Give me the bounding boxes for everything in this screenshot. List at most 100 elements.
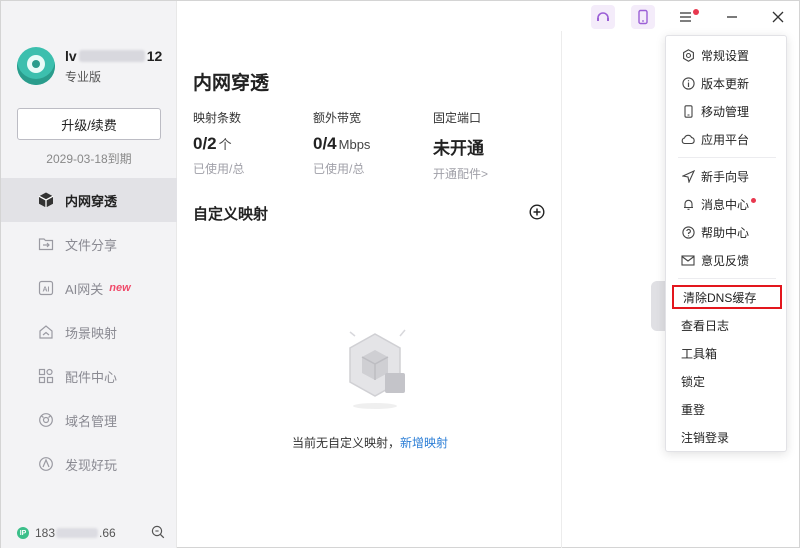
sidebar-item-label: 配件中心	[65, 369, 118, 385]
stat-label: 固定端口	[433, 111, 482, 125]
menu-item-mobile-management[interactable]: 移动管理	[666, 97, 788, 125]
mobile-icon[interactable]	[631, 5, 655, 29]
house-icon	[37, 323, 55, 341]
stat-unit: Mbps	[338, 137, 371, 152]
menu-item-toolbox[interactable]: 工具箱	[666, 339, 788, 367]
ai-icon: AI	[37, 279, 55, 297]
sidebar-item-domain-management[interactable]: 域名管理	[1, 398, 177, 442]
sidebar-item-file-share[interactable]: 文件分享	[1, 222, 177, 266]
empty-state-text: 当前无自定义映射，	[291, 436, 400, 450]
stat-unit: 个	[218, 137, 232, 152]
open-accessory-link[interactable]: 开通配件>	[433, 165, 553, 182]
stats-row: 映射条数 0/2 个 已使用/总 额外带宽 0/4 Mbps 已使用/总 固定端口 …	[193, 109, 553, 182]
user-info: lv 12 专业版	[65, 48, 162, 85]
user-profile[interactable]: lv 12 专业版	[17, 47, 162, 85]
cloud-icon	[681, 132, 695, 146]
bell-icon	[681, 197, 695, 211]
menu-item-general-settings[interactable]: 常规设置	[666, 41, 788, 69]
menu-item-label: 消息中心	[701, 197, 750, 212]
sidebar-item-scene-mapping[interactable]: 场景映射	[1, 310, 177, 354]
menu-item-label: 版本更新	[701, 76, 750, 91]
menu-item-feedback[interactable]: 意见反馈	[666, 246, 788, 274]
sidebar-item-label: AI网关	[65, 281, 104, 297]
cube-icon	[37, 191, 55, 209]
ip-icon: IP	[17, 527, 29, 539]
menu-item-label: 帮助中心	[701, 225, 750, 240]
menu-item-label: 查看日志	[681, 318, 730, 333]
minimize-icon[interactable]	[720, 5, 744, 29]
page-title: 内网穿透	[193, 73, 270, 94]
sidebar-item-intranet[interactable]: 内网穿透	[1, 178, 177, 222]
stat-sub: 已使用/总	[193, 162, 245, 176]
menu-item-label: 注销登录	[681, 430, 730, 445]
menu-item-label: 重登	[681, 402, 706, 417]
sidebar-item-label: 文件分享	[65, 237, 118, 253]
send-icon	[681, 169, 695, 183]
main-menu-dropdown: 常规设置 版本更新 移动管理 应用平台 新手向导 消息中心 帮助中心 意见反馈 …	[665, 35, 787, 452]
sidebar-item-label: 域名管理	[65, 413, 118, 429]
panel-divider	[561, 31, 562, 548]
grid-icon	[37, 367, 55, 385]
stat-value: 未开通	[433, 134, 553, 159]
menu-item-label: 常规设置	[701, 48, 750, 63]
stat-value-number: 0/4	[313, 134, 337, 153]
ip-suffix: .66	[99, 526, 116, 540]
menu-item-label: 清除DNS缓存	[683, 290, 757, 305]
add-mapping-icon[interactable]	[529, 204, 545, 220]
menu-item-version-update[interactable]: 版本更新	[666, 69, 788, 97]
menu-item-label: 工具箱	[681, 346, 718, 361]
expiry-date: 2029-03-18到期	[46, 152, 132, 166]
menu-item-label: 锁定	[681, 374, 706, 389]
sidebar-item-accessories[interactable]: 配件中心	[1, 354, 177, 398]
search-icon[interactable]	[151, 525, 165, 542]
folder-share-icon	[37, 235, 55, 253]
menu-item-clear-dns-cache[interactable]: 清除DNS缓存	[672, 285, 782, 309]
stat-value: 0/4 Mbps	[313, 134, 433, 154]
globe-icon	[37, 411, 55, 429]
stat-value: 0/2 个	[193, 134, 313, 154]
compass-icon	[37, 455, 55, 473]
redacted-text	[56, 528, 99, 538]
menu-item-help-center[interactable]: 帮助中心	[666, 218, 788, 246]
sidebar-item-discover[interactable]: 发现好玩	[1, 442, 177, 486]
empty-state-message: 当前无自定义映射，新增映射	[178, 434, 562, 451]
stat-extra-bandwidth: 额外带宽 0/4 Mbps 已使用/总	[313, 109, 433, 182]
menu-item-message-center[interactable]: 消息中心	[666, 190, 788, 218]
menu-item-label: 意见反馈	[701, 253, 750, 268]
svg-text:AI: AI	[43, 286, 50, 293]
stat-label: 映射条数	[193, 111, 242, 125]
help-icon	[681, 225, 695, 239]
menu-item-view-logs[interactable]: 查看日志	[666, 311, 788, 339]
new-badge: new	[109, 282, 131, 294]
sidebar-nav: 内网穿透 文件分享 AI AI网关 new 场景映射 配件中心 域名管理 发现好…	[1, 178, 177, 486]
add-mapping-link[interactable]: 新增映射	[400, 436, 448, 450]
stat-value-number: 0/2	[193, 134, 217, 153]
title-bar	[562, 1, 800, 33]
menu-icon[interactable]	[674, 5, 699, 29]
avatar[interactable]	[17, 47, 55, 85]
close-icon[interactable]	[766, 5, 790, 29]
menu-item-label: 移动管理	[701, 104, 750, 119]
menu-item-label: 新手向导	[701, 169, 750, 184]
user-plan: 专业版	[65, 69, 102, 84]
stat-sub: 已使用/总	[313, 162, 365, 176]
menu-item-label: 应用平台	[701, 132, 750, 147]
menu-item-logout[interactable]: 注销登录	[666, 423, 788, 451]
sidebar-item-ai-gateway[interactable]: AI AI网关 new	[1, 266, 177, 310]
menu-item-beginner-guide[interactable]: 新手向导	[666, 162, 788, 190]
menu-item-relogin[interactable]: 重登	[666, 395, 788, 423]
sidebar-item-label: 内网穿透	[65, 193, 118, 209]
menu-item-app-platform[interactable]: 应用平台	[666, 125, 788, 153]
app-window: lv 12 专业版 升级/续费 2029-03-18到期 内网穿透 文件分享 A…	[0, 0, 800, 548]
sidebar: lv 12 专业版 升级/续费 2029-03-18到期 内网穿透 文件分享 A…	[1, 1, 177, 548]
phone-icon	[681, 104, 695, 118]
ip-footer: IP 183 .66	[17, 525, 165, 542]
upgrade-button[interactable]: 升级/续费	[17, 108, 161, 140]
headset-icon[interactable]	[591, 5, 615, 29]
notification-dot	[751, 197, 757, 203]
main-content: 内网穿透 映射条数 0/2 个 已使用/总 额外带宽 0/4 Mbps 已使用/总 …	[178, 1, 562, 548]
ip-prefix: 183	[35, 526, 56, 540]
menu-item-lock[interactable]: 锁定	[666, 367, 788, 395]
user-name: lv 12	[65, 48, 162, 64]
empty-state-illustration	[330, 324, 420, 414]
